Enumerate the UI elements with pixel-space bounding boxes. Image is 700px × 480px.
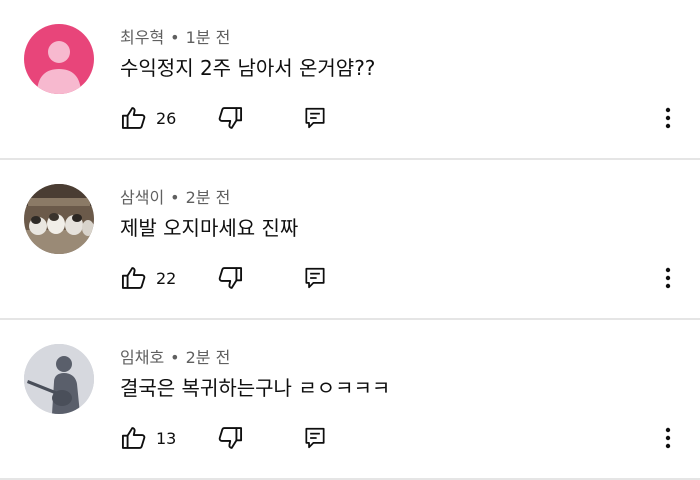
comment-item: 임채호 • 2분 전 결국은 복귀하는구나 ㄹㅇㅋㅋㅋ 13 xyxy=(0,320,700,480)
dislike-button[interactable] xyxy=(216,102,244,134)
author-name[interactable]: 임채호 xyxy=(120,348,164,367)
thumbs-down-icon xyxy=(218,107,243,129)
like-button[interactable]: 26 xyxy=(120,102,176,134)
separator-dot: • xyxy=(170,188,180,207)
reply-icon xyxy=(305,107,325,129)
timestamp: 2분 전 xyxy=(185,188,231,207)
dislike-button[interactable] xyxy=(216,262,244,294)
timestamp: 1분 전 xyxy=(185,28,231,47)
thumbs-down-icon xyxy=(218,267,243,289)
more-vertical-icon xyxy=(665,267,671,289)
author-name[interactable]: 최우혁 xyxy=(120,28,164,47)
comment-meta: 삼색이 • 2분 전 xyxy=(120,184,230,208)
comment-item: 삼색이 • 2분 전 제발 오지마세요 진짜 22 xyxy=(0,160,700,320)
reply-button[interactable] xyxy=(302,102,328,134)
more-options-button[interactable] xyxy=(656,262,680,294)
comment-meta: 임채호 • 2분 전 xyxy=(120,344,230,368)
thumbs-up-icon xyxy=(121,427,146,449)
like-count: 22 xyxy=(156,268,177,288)
more-options-button[interactable] xyxy=(656,422,680,454)
comment-text: 수익정지 2주 남아서 온거얌?? xyxy=(120,56,376,80)
like-button[interactable]: 13 xyxy=(120,422,176,454)
reply-button[interactable] xyxy=(302,422,328,454)
more-vertical-icon xyxy=(665,427,671,449)
cats-photo-avatar-icon xyxy=(24,184,94,254)
reply-icon xyxy=(305,267,325,289)
thumbs-up-icon xyxy=(121,107,146,129)
comment-text: 결국은 복귀하는구나 ㄹㅇㅋㅋㅋ xyxy=(120,376,391,400)
timestamp: 2분 전 xyxy=(185,348,231,367)
more-vertical-icon xyxy=(665,107,671,129)
separator-dot: • xyxy=(170,28,180,47)
thumbs-down-icon xyxy=(218,427,243,449)
thumbs-up-icon xyxy=(121,267,146,289)
pink-default-avatar-icon xyxy=(24,24,94,94)
like-button[interactable]: 22 xyxy=(120,262,176,294)
avatar[interactable] xyxy=(24,344,94,414)
like-count: 26 xyxy=(156,108,177,128)
comment-actions: 26 xyxy=(120,102,680,134)
author-name[interactable]: 삼색이 xyxy=(120,188,164,207)
comment-actions: 13 xyxy=(120,422,680,454)
reply-icon xyxy=(305,427,325,449)
more-options-button[interactable] xyxy=(656,102,680,134)
reply-button[interactable] xyxy=(302,262,328,294)
comment-text: 제발 오지마세요 진짜 xyxy=(120,216,299,240)
guitar-silhouette-avatar-icon xyxy=(24,344,94,414)
comment-item: 최우혁 • 1분 전 수익정지 2주 남아서 온거얌?? 26 xyxy=(0,0,700,160)
like-count: 13 xyxy=(156,428,177,448)
comment-meta: 최우혁 • 1분 전 xyxy=(120,24,230,48)
comment-actions: 22 xyxy=(120,262,680,294)
avatar[interactable] xyxy=(24,24,94,94)
dislike-button[interactable] xyxy=(216,422,244,454)
avatar[interactable] xyxy=(24,184,94,254)
separator-dot: • xyxy=(170,348,180,367)
